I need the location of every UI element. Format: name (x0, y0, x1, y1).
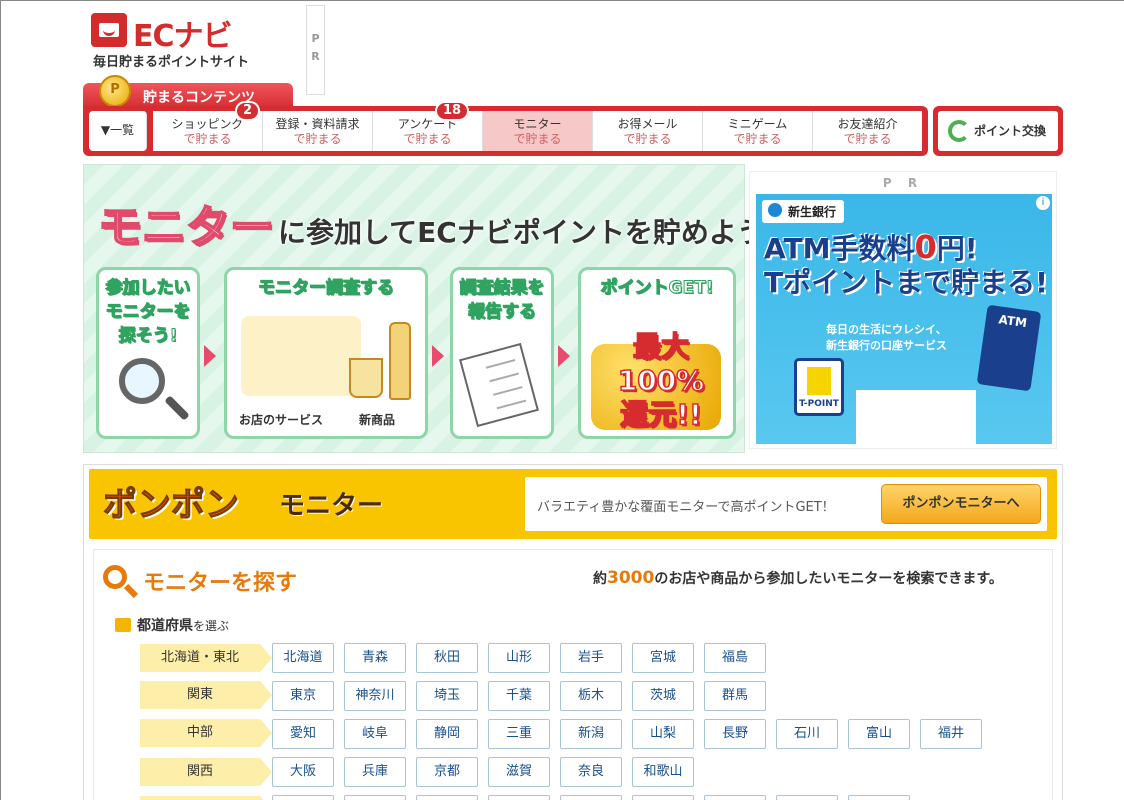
building-icon (856, 390, 976, 444)
count-badge: 2 (235, 101, 261, 121)
nav-item-shopping[interactable]: ショッピング で貯まる 2 (153, 101, 263, 151)
bottle-icon (389, 322, 411, 400)
cup-icon (349, 358, 383, 398)
pref-button-partial[interactable] (488, 795, 550, 800)
site-logo[interactable]: ECナビ 毎日貯まるポイントサイト (91, 11, 261, 71)
brand-name: ECナビ (133, 19, 233, 54)
pref-button-partial[interactable] (416, 795, 478, 800)
hero-headline: モニター に参加してECナビポイントを貯めよう (97, 201, 765, 254)
nav-item-mail[interactable]: お得メール で貯まる (593, 111, 703, 151)
pref-button[interactable]: 滋賀 (488, 757, 550, 787)
pref-button[interactable]: 北海道 (272, 643, 334, 673)
pref-button[interactable]: 奈良 (560, 757, 622, 787)
magnifier-icon (119, 358, 165, 404)
pref-button[interactable]: 和歌山 (632, 757, 694, 787)
nav-item-minigame[interactable]: ミニゲーム で貯まる (703, 111, 813, 151)
pref-button[interactable]: 愛知 (272, 719, 334, 749)
pref-button[interactable]: 宮城 (632, 643, 694, 673)
pref-button[interactable]: 栃木 (560, 681, 622, 711)
pref-button[interactable]: 茨城 (632, 681, 694, 711)
pref-button[interactable]: 静岡 (416, 719, 478, 749)
pref-button-partial[interactable] (776, 795, 838, 800)
pref-button[interactable]: 富山 (848, 719, 910, 749)
search-note: 約3000のお店や商品から参加したいモニターを検索できます。 (593, 568, 1003, 588)
region-label-partial (140, 796, 272, 800)
region-label: 関西 (140, 758, 272, 786)
step-find: 参加したい モニターを 探そう! (96, 267, 200, 439)
pref-button[interactable]: 東京 (272, 681, 334, 711)
step-report: 調査結果を 報告する (450, 267, 554, 439)
pref-button[interactable]: 福島 (704, 643, 766, 673)
pref-button[interactable]: 福井 (920, 719, 982, 749)
pref-button-partial[interactable] (560, 795, 622, 800)
step-arrow-icon (558, 345, 570, 367)
pref-button[interactable]: 京都 (416, 757, 478, 787)
step-arrow-icon (204, 345, 216, 367)
nav-item-monitor[interactable]: モニター で貯まる (483, 111, 593, 151)
exchange-icon (948, 120, 970, 142)
content-nav: ▼一覧 ショッピング で貯まる 2 登録・資料請求 で貯まる アンケート で貯ま… (83, 101, 928, 156)
pref-button[interactable]: 長野 (704, 719, 766, 749)
pref-button[interactable]: 埼玉 (416, 681, 478, 711)
ad-banner[interactable]: P R 新生銀行 i ATM手数料0円! Tポイントまで貯まる! 毎日の生活にウ… (749, 171, 1057, 449)
pref-button[interactable]: 山梨 (632, 719, 694, 749)
pref-button[interactable]: 秋田 (416, 643, 478, 673)
ponpon-banner: ポンポン モニター バラエティ豊かな覆面モニターで高ポイントGET！ ポンポンモ… (89, 469, 1057, 539)
pref-button[interactable]: 神奈川 (344, 681, 406, 711)
pref-button[interactable]: 群馬 (704, 681, 766, 711)
pref-button-partial[interactable] (704, 795, 766, 800)
pref-button[interactable]: 兵庫 (344, 757, 406, 787)
region-label: 中部 (140, 719, 272, 747)
ponpon-button[interactable]: ポンポンモニターへ (881, 484, 1041, 524)
pref-button[interactable]: 新潟 (560, 719, 622, 749)
region-label: 北海道・東北 (140, 644, 272, 672)
pref-button[interactable]: 石川 (776, 719, 838, 749)
nav-item-registration[interactable]: 登録・資料請求 で貯まる (263, 111, 373, 151)
ad-headline: ATM手数料0円! Tポイントまで貯まる! (764, 228, 1048, 299)
pref-button-partial[interactable] (272, 795, 334, 800)
search-icon (103, 565, 127, 589)
monitor-hero-banner[interactable]: モニター に参加してECナビポイントを貯めよう 参加したい モニターを 探そう! … (83, 164, 765, 453)
pref-button-partial[interactable] (632, 795, 694, 800)
pref-button[interactable]: 山形 (488, 643, 550, 673)
tagline: 毎日貯まるポイントサイト (93, 55, 250, 70)
step-point-get: ポイントGET! 最大100% 還元!! (578, 267, 736, 439)
pr-label-top: P R (306, 5, 325, 95)
nav-item-survey[interactable]: アンケート で貯まる 18 (373, 101, 483, 151)
coin-icon: P (99, 75, 131, 107)
pref-button-partial[interactable] (848, 795, 910, 800)
pref-button[interactable]: 岩手 (560, 643, 622, 673)
nav-list-button[interactable]: ▼一覧 (89, 111, 147, 151)
survey-illustration (241, 316, 361, 396)
pref-button-partial[interactable] (344, 795, 406, 800)
prefecture-heading: 都道府県を選ぶ (115, 615, 229, 635)
report-icon (459, 342, 539, 428)
region-label: 関東 (140, 681, 272, 709)
bank-logo: 新生銀行 (762, 200, 845, 223)
point-exchange-button[interactable]: ポイント交換 (933, 106, 1063, 156)
count-badge: 18 (435, 101, 470, 121)
step-survey: モニター調査する お店のサービス 新商品 (224, 267, 428, 439)
pref-button[interactable]: 三重 (488, 719, 550, 749)
ponpon-description: バラエティ豊かな覆面モニターで高ポイントGET！ (537, 500, 835, 515)
ponpon-logo: ポンポン (103, 485, 240, 526)
map-icon (115, 618, 131, 632)
pref-button[interactable]: 千葉 (488, 681, 550, 711)
step-arrow-icon (432, 345, 444, 367)
pref-button[interactable]: 岐阜 (344, 719, 406, 749)
pref-button[interactable]: 大阪 (272, 757, 334, 787)
atm-icon: ATM (976, 304, 1042, 392)
tpoint-icon: T-POINT (794, 358, 844, 416)
ad-info-icon[interactable]: i (1036, 196, 1050, 210)
pref-button[interactable]: 青森 (344, 643, 406, 673)
nav-item-referral[interactable]: お友達紹介 で貯まる (813, 111, 922, 151)
ecnavi-logo-icon (91, 13, 127, 47)
